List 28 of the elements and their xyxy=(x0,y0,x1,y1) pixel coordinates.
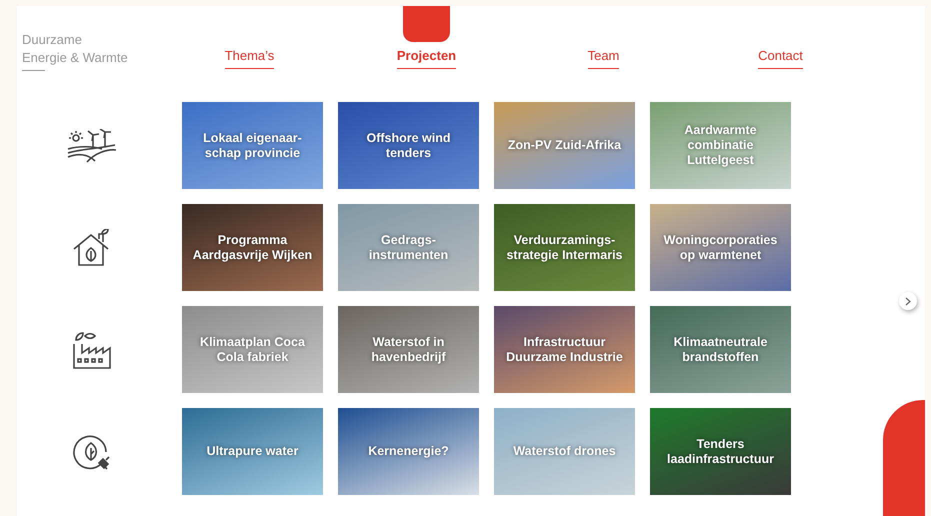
project-tile[interactable]: Infrastructuur Duurzame Industrie xyxy=(494,306,635,393)
project-tile[interactable]: Verduurzamings-strategie Intermaris xyxy=(494,204,635,291)
nav-link[interactable]: Thema’s xyxy=(224,48,274,69)
project-tile[interactable]: Zon-PV Zuid-Afrika xyxy=(494,102,635,189)
chevron-right-icon xyxy=(905,296,911,306)
project-tile[interactable]: Kernenergie? xyxy=(338,408,479,495)
project-tile[interactable]: Lokaal eigenaar-schap provincie xyxy=(182,102,323,189)
project-tile[interactable]: Klimaatplan Coca Cola fabriek xyxy=(182,306,323,393)
project-tile[interactable]: Aardwarmte combinatie Luttelgeest xyxy=(650,102,791,189)
project-tile[interactable]: Tenders laadinfrastructuur xyxy=(650,408,791,495)
project-tile[interactable]: Waterstof in havenbedrijf xyxy=(338,306,479,393)
next-button[interactable] xyxy=(899,292,917,310)
brand-name: Energie & Warmte xyxy=(22,49,129,67)
house-leaf-icon xyxy=(72,228,112,266)
nav-link[interactable]: Contact xyxy=(758,48,803,69)
nav-link[interactable]: Team xyxy=(588,48,620,69)
project-tile[interactable]: Ultrapure water xyxy=(182,408,323,495)
project-tile[interactable]: Offshore wind tenders xyxy=(338,102,479,189)
project-tile[interactable]: Woningcorporaties op warmtenet xyxy=(650,204,791,291)
project-tile[interactable]: Gedrags-instrumenten xyxy=(338,204,479,291)
project-tile[interactable]: Klimaatneutrale brandstoffen xyxy=(650,306,791,393)
landscape-windmill-icon xyxy=(67,128,117,162)
project-tile[interactable]: Programma Aardgasvrije Wijken xyxy=(182,204,323,291)
factory-leaf-icon xyxy=(72,330,112,370)
active-tab-indicator xyxy=(403,6,450,42)
nav-link[interactable]: Projecten xyxy=(396,48,456,69)
brand-name: Duurzame xyxy=(22,31,83,49)
leaf-plug-icon xyxy=(73,432,111,470)
